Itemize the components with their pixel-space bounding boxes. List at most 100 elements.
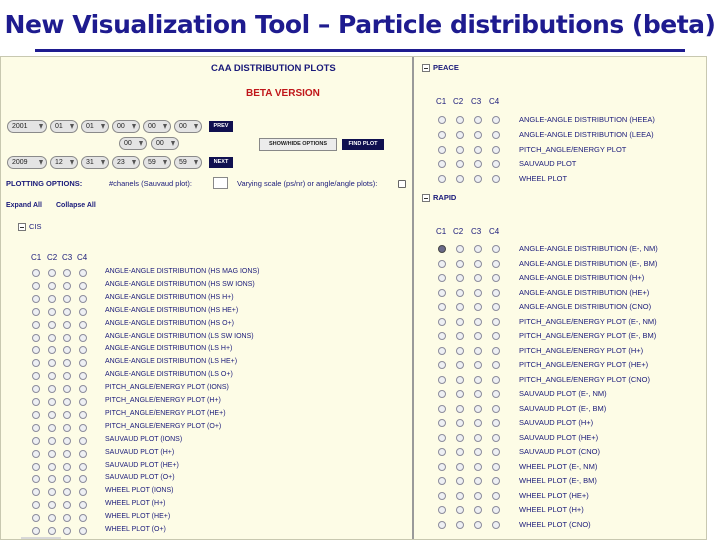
cis-radio-c1[interactable] [32, 527, 40, 535]
rapid-radio-c4[interactable] [492, 375, 500, 384]
cis-radio-c3[interactable] [63, 372, 71, 381]
peace-radio-c1[interactable] [438, 145, 446, 154]
cis-radio-c1[interactable] [32, 514, 40, 523]
cis-radio-c3[interactable] [63, 475, 71, 484]
peace-collapse-toggle-icon[interactable] [422, 64, 430, 72]
cis-radio-c4[interactable] [79, 346, 87, 355]
peace-radio-c4[interactable] [492, 130, 500, 139]
cis-radio-c1[interactable] [32, 307, 40, 316]
cis-radio-c1[interactable] [32, 333, 40, 342]
rapid-radio-c4[interactable] [492, 462, 500, 471]
find-plot-button[interactable]: FIND PLOT [342, 139, 384, 150]
rapid-radio-c4[interactable] [492, 361, 500, 369]
rapid-radio-c2[interactable] [456, 433, 464, 442]
rapid-radio-c4[interactable] [492, 448, 500, 456]
rapid-radio-c2[interactable] [456, 477, 464, 485]
cis-radio-c3[interactable] [63, 320, 71, 329]
cis-radio-c3[interactable] [63, 488, 71, 497]
end-month-select[interactable]: 12 [50, 156, 78, 169]
start-minute-select[interactable]: 00 [143, 120, 171, 133]
rapid-radio-c4[interactable] [492, 506, 500, 514]
peace-radio-c3[interactable] [474, 175, 482, 184]
cis-radio-c3[interactable] [63, 410, 71, 419]
rapid-radio-c1[interactable] [438, 375, 446, 384]
cis-radio-c1[interactable] [32, 462, 40, 471]
rapid-radio-c2[interactable] [456, 419, 464, 427]
cis-radio-c4[interactable] [79, 488, 87, 497]
rapid-radio-c4[interactable] [492, 332, 500, 340]
rapid-radio-c4[interactable] [492, 303, 500, 311]
cis-radio-c3[interactable] [63, 281, 71, 290]
rapid-radio-c3[interactable] [474, 462, 482, 471]
cis-radio-c3[interactable] [63, 449, 71, 458]
rapid-radio-c4[interactable] [492, 404, 500, 413]
rapid-radio-c1[interactable] [438, 259, 446, 268]
rapid-radio-c1[interactable] [438, 332, 446, 340]
rapid-radio-c3[interactable] [474, 520, 482, 529]
rapid-radio-c1[interactable] [438, 520, 446, 529]
peace-radio-c3[interactable] [474, 160, 482, 169]
cis-radio-c1[interactable] [32, 449, 40, 458]
peace-radio-c1[interactable] [438, 116, 446, 124]
peace-radio-c4[interactable] [492, 160, 500, 169]
cis-radio-c3[interactable] [63, 307, 71, 316]
rapid-radio-c2[interactable] [456, 375, 464, 384]
cis-radio-c3[interactable] [63, 527, 71, 535]
rapid-radio-c2[interactable] [456, 274, 464, 282]
cis-radio-c4[interactable] [79, 320, 87, 329]
rapid-radio-c3[interactable] [474, 419, 482, 427]
rapid-radio-c1[interactable] [438, 274, 446, 282]
rapid-radio-c1[interactable] [438, 361, 446, 369]
rapid-radio-c1[interactable] [438, 288, 446, 297]
cis-radio-c1[interactable] [32, 346, 40, 355]
cis-radio-c3[interactable] [63, 359, 71, 368]
rapid-radio-c3[interactable] [474, 433, 482, 442]
collapse-all-link[interactable]: Collapse All [56, 202, 96, 209]
cis-radio-c4[interactable] [79, 527, 87, 535]
cis-radio-c3[interactable] [63, 501, 71, 510]
end-year-select[interactable]: 2009 [7, 156, 47, 169]
cis-radio-c4[interactable] [79, 294, 87, 303]
start-month-select[interactable]: 01 [50, 120, 78, 133]
cis-radio-c4[interactable] [79, 307, 87, 316]
cis-radio-c2[interactable] [48, 436, 56, 445]
cis-radio-c3[interactable] [63, 423, 71, 432]
rapid-radio-c2[interactable] [456, 303, 464, 311]
end-second-select[interactable]: 59 [174, 156, 202, 169]
cis-radio-c2[interactable] [48, 307, 56, 316]
rapid-radio-c3[interactable] [474, 404, 482, 413]
cis-radio-c2[interactable] [48, 449, 56, 458]
cis-radio-c4[interactable] [79, 410, 87, 419]
cis-radio-c2[interactable] [48, 294, 56, 303]
cis-radio-c3[interactable] [63, 514, 71, 523]
cis-radio-c2[interactable] [48, 475, 56, 484]
cis-radio-c3[interactable] [63, 333, 71, 342]
start-day-select[interactable]: 01 [81, 120, 109, 133]
rapid-radio-c3[interactable] [474, 390, 482, 398]
cis-radio-c3[interactable] [63, 398, 71, 406]
cis-radio-c1[interactable] [32, 281, 40, 290]
cis-collapse-toggle-icon[interactable] [18, 223, 26, 231]
rapid-radio-c4[interactable] [492, 274, 500, 282]
peace-radio-c4[interactable] [492, 175, 500, 184]
cis-radio-c2[interactable] [48, 514, 56, 523]
show-hide-options-button[interactable]: SHOW/HIDE OPTIONS [259, 138, 337, 151]
peace-radio-c4[interactable] [492, 116, 500, 124]
rapid-radio-c3[interactable] [474, 477, 482, 485]
rapid-radio-c1[interactable] [438, 404, 446, 413]
rapid-radio-c4[interactable] [492, 477, 500, 485]
cis-radio-c4[interactable] [79, 398, 87, 406]
cis-radio-c4[interactable] [79, 449, 87, 458]
rapid-radio-c4[interactable] [492, 433, 500, 442]
cis-radio-c2[interactable] [48, 398, 56, 406]
cis-radio-c4[interactable] [79, 423, 87, 432]
rapid-radio-c2[interactable] [456, 245, 464, 253]
cis-radio-c1[interactable] [32, 488, 40, 497]
cis-radio-c1[interactable] [32, 359, 40, 368]
cis-radio-c2[interactable] [48, 281, 56, 290]
cis-radio-c2[interactable] [48, 423, 56, 432]
rapid-radio-c4[interactable] [492, 491, 500, 500]
rapid-radio-c2[interactable] [456, 346, 464, 355]
cis-radio-c4[interactable] [79, 514, 87, 523]
rapid-radio-c3[interactable] [474, 448, 482, 456]
